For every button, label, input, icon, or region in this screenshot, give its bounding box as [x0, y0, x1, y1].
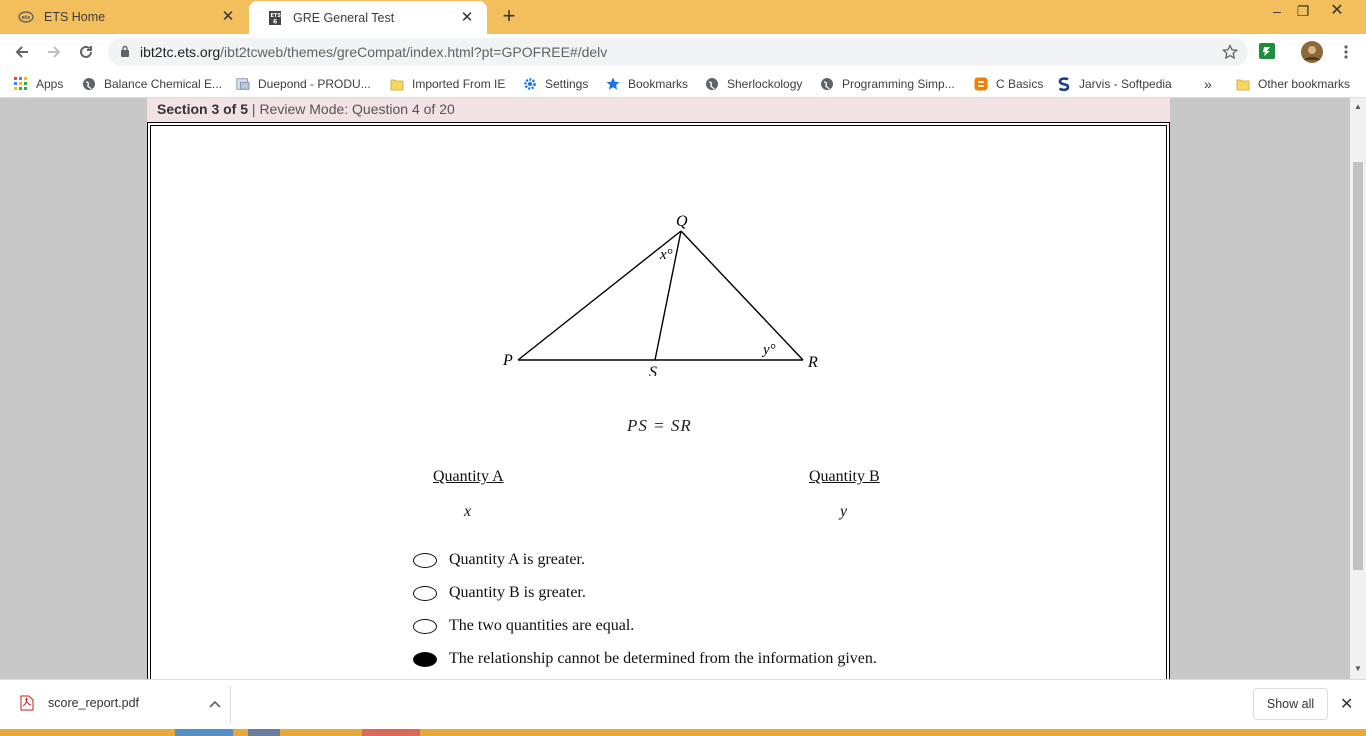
- back-arrow-icon[interactable]: [10, 40, 34, 64]
- url-path: /ibt2tcweb/themes/greCompat/index.html?p…: [220, 44, 608, 60]
- choice-label: The relationship cannot be determined fr…: [449, 650, 877, 667]
- bookmark-duepond[interactable]: Duepond - PRODU...: [236, 75, 371, 93]
- question-panel-inner: Q P R S x° y° PS = SR Quantity A Quantit…: [150, 125, 1167, 679]
- os-taskbar: [0, 729, 1366, 736]
- bookmark-programming-simplified[interactable]: Programming Simp...: [820, 75, 955, 93]
- radio-button[interactable]: [413, 552, 437, 568]
- vertex-r-label: R: [807, 354, 818, 371]
- blogger-icon: [974, 77, 988, 91]
- page-content: Section 3 of 5 | Review Mode: Question 4…: [0, 98, 1350, 679]
- vertical-scrollbar[interactable]: ▲ ▼: [1350, 98, 1366, 679]
- show-all-button[interactable]: Show all: [1253, 688, 1328, 720]
- scroll-down-arrow-icon[interactable]: ▼: [1354, 664, 1362, 673]
- star-icon: [606, 77, 620, 91]
- bookmark-balance-chemical[interactable]: Balance Chemical E...: [82, 75, 222, 93]
- review-mode-label: | Review Mode: Question 4 of 20: [248, 101, 455, 117]
- svg-text:ets: ets: [22, 15, 31, 21]
- given-equation: PS = SR: [627, 416, 692, 435]
- folder-icon: [390, 77, 404, 91]
- bookmark-star-icon[interactable]: [1221, 43, 1239, 63]
- tab-title: ETS Home: [44, 10, 106, 24]
- download-item[interactable]: score_report.pdf: [20, 695, 221, 711]
- download-filename: score_report.pdf: [48, 696, 140, 710]
- taskbar-app-icon[interactable]: [362, 729, 420, 736]
- quantity-a-value: x: [464, 503, 472, 520]
- tab-strip: ets ETS Home ✕ ETS 6 GRE General Test ✕ +…: [0, 0, 1366, 34]
- radio-button[interactable]: [413, 585, 437, 601]
- bookmark-sherlockology[interactable]: Sherlockology: [705, 75, 802, 93]
- taskbar-app-icon[interactable]: [175, 729, 233, 736]
- scrollbar-thumb[interactable]: [1353, 162, 1363, 570]
- bookmark-settings[interactable]: Settings: [523, 75, 588, 93]
- triangle-figure: Q P R S x° y°: [502, 213, 818, 376]
- gear-icon: [523, 77, 537, 91]
- close-window-icon[interactable]: ✕: [1322, 0, 1352, 24]
- page-icon: [236, 77, 250, 91]
- pdf-file-icon: [20, 695, 34, 711]
- tab-gre-general-test[interactable]: ETS 6 GRE General Test ✕: [249, 1, 487, 34]
- section-status-bar: Section 3 of 5 | Review Mode: Question 4…: [147, 98, 1170, 122]
- answer-choice-c[interactable]: The two quantities are equal.: [413, 617, 634, 635]
- section-indicator: Section 3 of 5: [157, 101, 249, 117]
- angle-y-label: y°: [761, 342, 776, 358]
- answer-choice-d[interactable]: The relationship cannot be determined fr…: [413, 650, 877, 668]
- apps-grid-icon: [14, 77, 28, 91]
- quantity-b-value: y: [840, 503, 848, 520]
- taskbar-app-icon[interactable]: [248, 729, 280, 736]
- restore-icon[interactable]: ❐: [1288, 0, 1318, 24]
- ets-favicon-icon: ets: [18, 9, 34, 25]
- tab-title: GRE General Test: [293, 10, 395, 25]
- bookmark-bookmarks[interactable]: Bookmarks: [606, 75, 688, 93]
- url-host: ibt2tc.ets.org: [140, 44, 221, 60]
- bookmark-apps[interactable]: Apps: [14, 75, 63, 93]
- question-panel: Q P R S x° y° PS = SR Quantity A Quantit…: [147, 122, 1170, 679]
- divider: [230, 686, 231, 724]
- vertex-s-label: S: [649, 364, 657, 376]
- tab-ets-home[interactable]: ets ETS Home ✕: [0, 0, 248, 34]
- svg-text:6: 6: [273, 18, 277, 25]
- radio-button-selected[interactable]: [413, 651, 437, 667]
- browser-toolbar: ibt2tc.ets.org/ibt2tcweb/themes/greCompa…: [0, 34, 1366, 70]
- quantity-b-heading: Quantity B: [809, 468, 880, 485]
- address-bar[interactable]: ibt2tc.ets.org/ibt2tcweb/themes/greCompa…: [108, 38, 1248, 66]
- choice-label: Quantity B is greater.: [449, 584, 586, 601]
- bookmark-other-bookmarks[interactable]: Other bookmarks: [1236, 75, 1350, 93]
- choice-label: Quantity A is greater.: [449, 551, 585, 568]
- close-download-bar-icon[interactable]: ✕: [1340, 694, 1353, 714]
- bookmarks-bar: Apps Balance Chemical E... Duepond - PRO…: [0, 70, 1366, 98]
- forward-arrow-icon[interactable]: [42, 40, 66, 64]
- vertex-q-label: Q: [676, 213, 688, 230]
- reload-icon[interactable]: [74, 40, 98, 64]
- bookmark-c-basics[interactable]: C Basics: [974, 75, 1043, 93]
- scroll-up-arrow-icon[interactable]: ▲: [1354, 102, 1362, 111]
- close-tab-icon[interactable]: ✕: [220, 9, 236, 25]
- vertex-p-label: P: [502, 352, 513, 369]
- angle-x-label: x°: [659, 247, 673, 263]
- choice-label: The two quantities are equal.: [449, 617, 635, 634]
- gre-favicon-icon: ETS 6: [267, 10, 283, 26]
- globe-icon: [705, 77, 719, 91]
- bookmark-imported-from-ie[interactable]: Imported From IE: [390, 75, 505, 93]
- quantity-a-heading: Quantity A: [433, 468, 504, 485]
- softpedia-icon: [1057, 77, 1071, 91]
- download-shelf: score_report.pdf Show all ✕: [0, 679, 1366, 729]
- folder-icon: [1236, 77, 1250, 91]
- menu-kebab-icon[interactable]: [1334, 40, 1358, 64]
- extension-icon[interactable]: [1258, 42, 1276, 60]
- lock-icon: [120, 44, 130, 60]
- globe-icon: [82, 77, 96, 91]
- new-tab-button[interactable]: +: [498, 5, 520, 28]
- bookmarks-overflow-chevron-icon[interactable]: »: [1204, 75, 1212, 93]
- answer-choice-b[interactable]: Quantity B is greater.: [413, 584, 586, 602]
- globe-icon: [820, 77, 834, 91]
- close-tab-icon[interactable]: ✕: [459, 9, 475, 26]
- radio-button[interactable]: [413, 618, 437, 634]
- chevron-up-icon[interactable]: [209, 695, 221, 711]
- bookmark-jarvis-softpedia[interactable]: Jarvis - Softpedia: [1057, 75, 1172, 93]
- answer-choice-a[interactable]: Quantity A is greater.: [413, 551, 585, 569]
- profile-avatar[interactable]: [1300, 40, 1324, 64]
